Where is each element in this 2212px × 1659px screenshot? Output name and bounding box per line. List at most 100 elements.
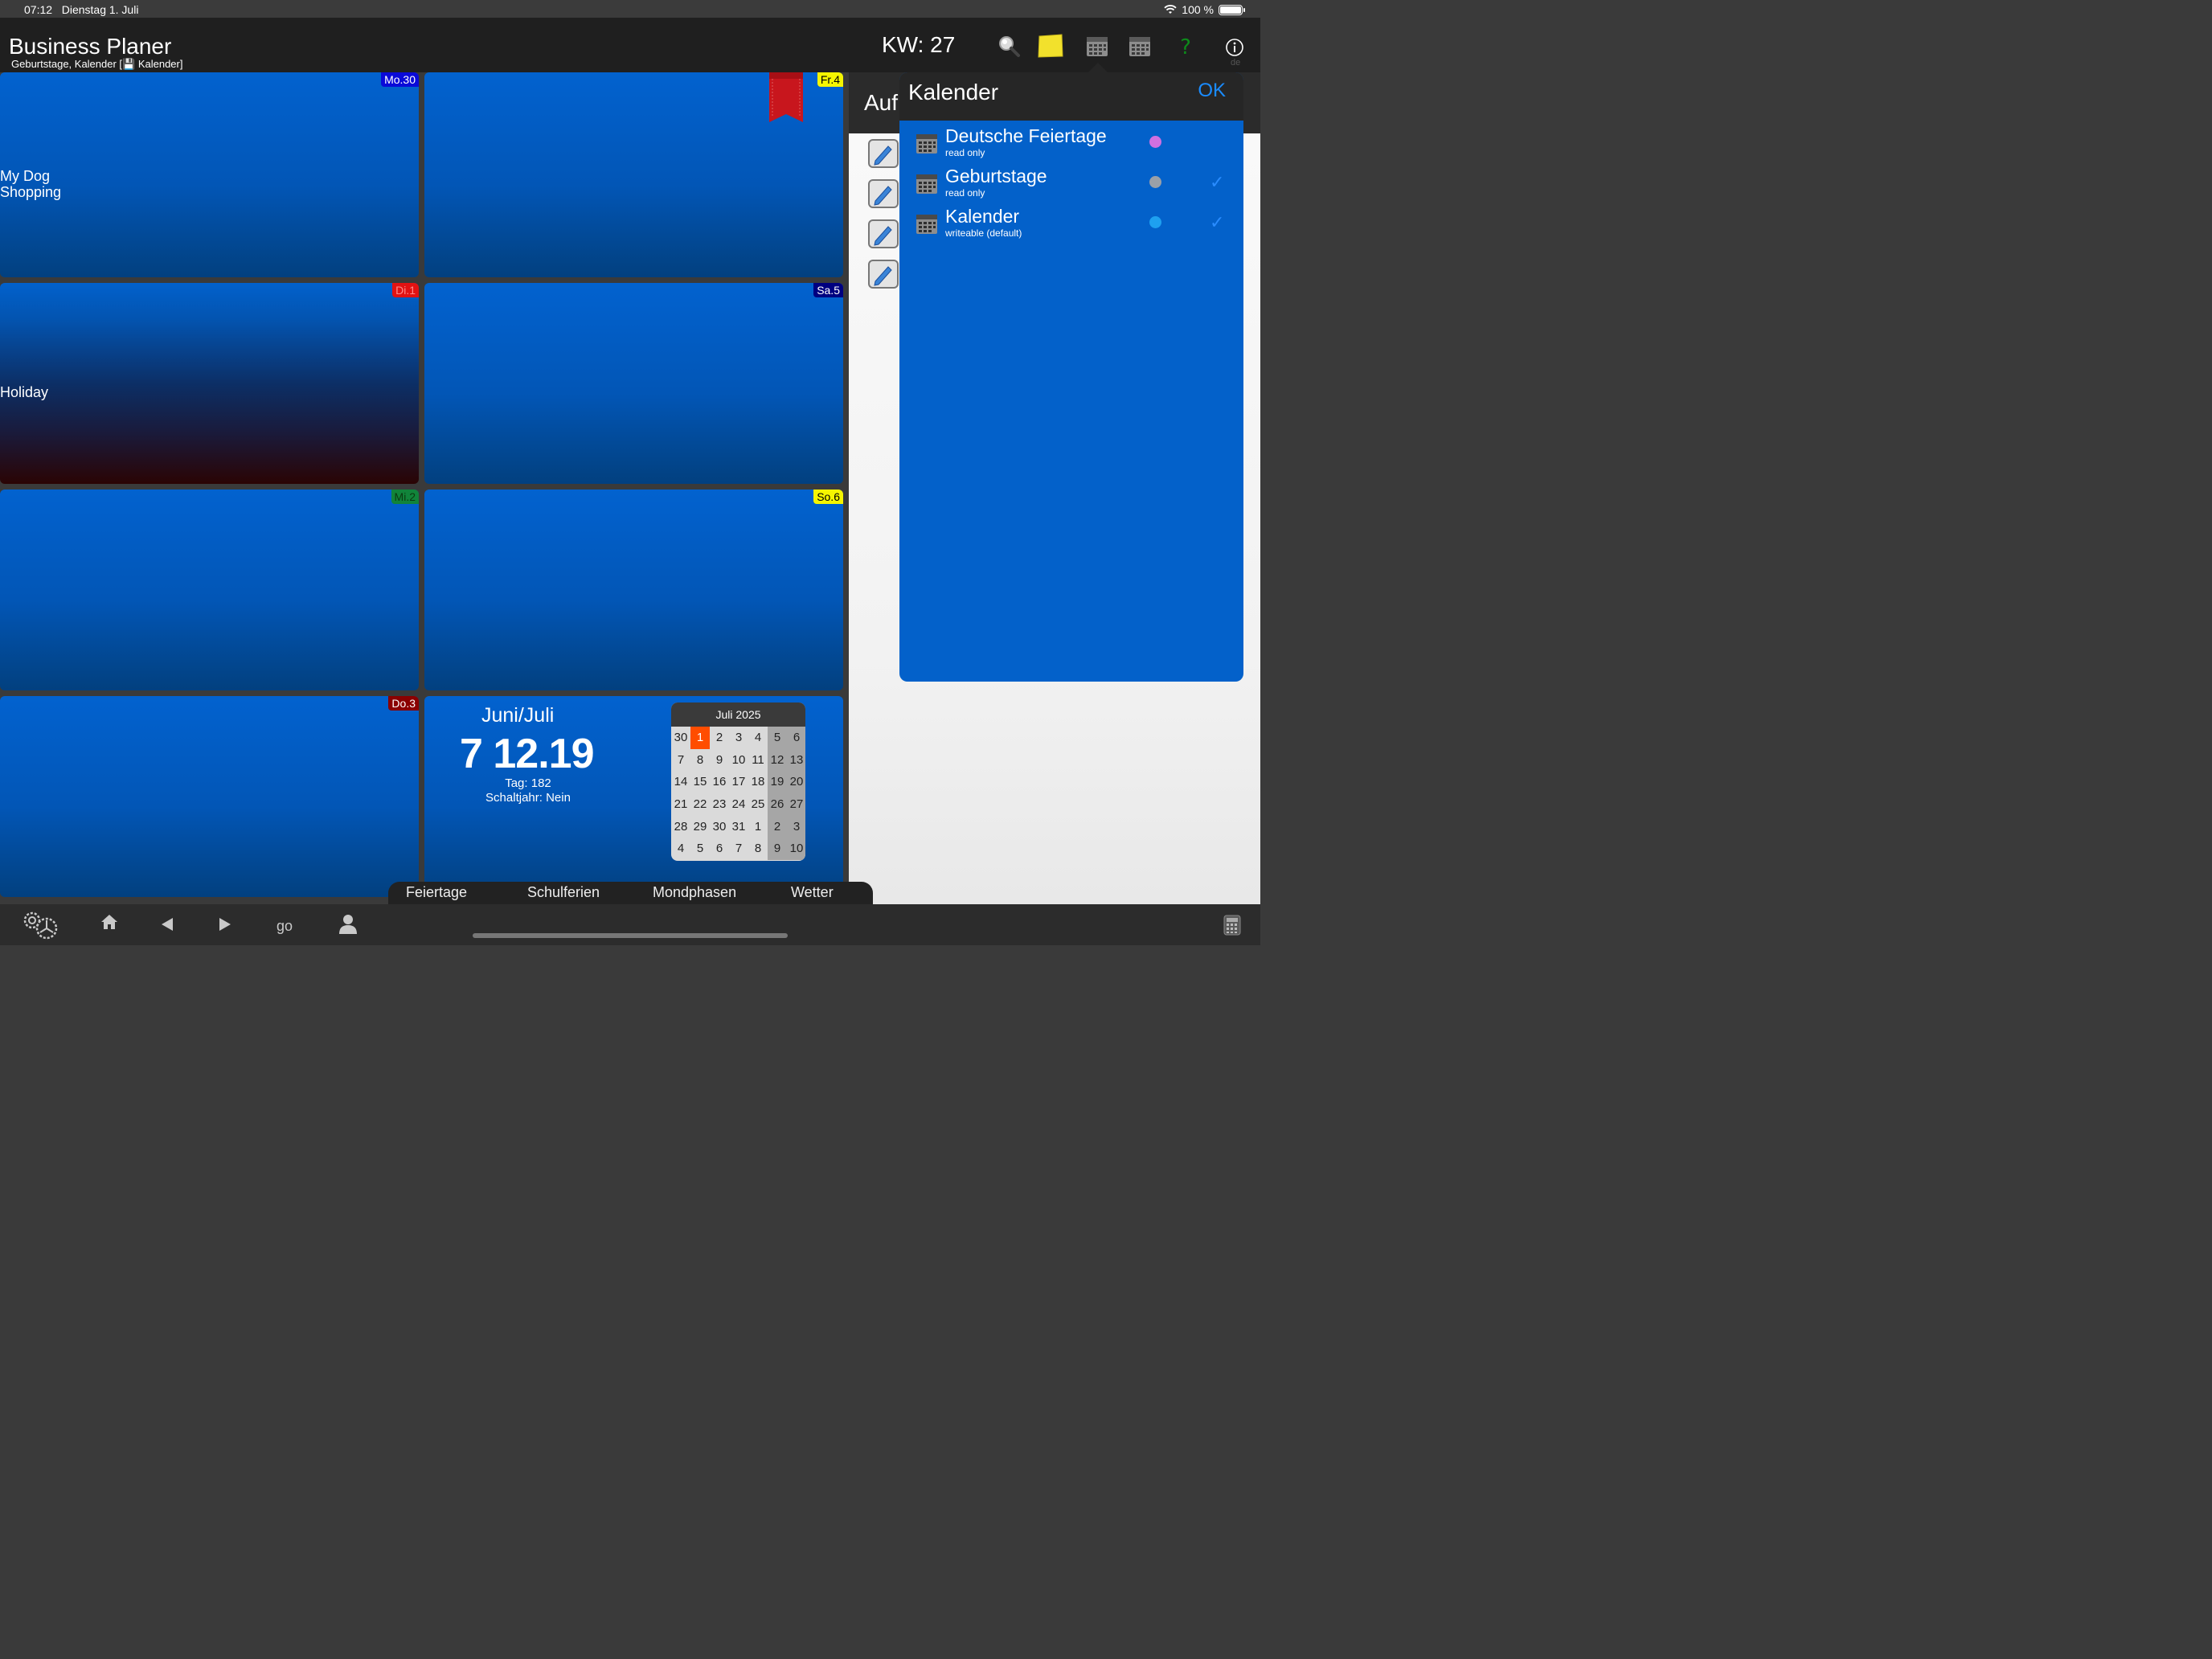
calendar-icon	[916, 174, 937, 194]
mini-calendar-day[interactable]: 30	[671, 727, 690, 749]
battery-text: 100 %	[1182, 3, 1214, 16]
app-title: Business Planer	[9, 34, 172, 59]
mini-calendar-day[interactable]: 7	[671, 749, 690, 772]
mini-calendar-day[interactable]: 17	[729, 771, 748, 793]
mini-calendar-day[interactable]: 8	[748, 838, 768, 860]
mini-calendar-day[interactable]: 4	[671, 838, 690, 860]
calendar-row[interactable]: Geburtstage read only ✓	[899, 164, 1243, 204]
calendar-popup: Kalender OK Deutsche Feiertage read only G…	[899, 72, 1243, 682]
search-icon[interactable]	[997, 34, 1021, 58]
mini-calendar-day[interactable]: 18	[748, 771, 768, 793]
mini-calendar-day[interactable]: 12	[768, 748, 787, 772]
sticky-note-icon[interactable]	[1037, 34, 1064, 58]
mini-calendar-day[interactable]: 7	[729, 838, 748, 860]
battery-icon	[1219, 4, 1245, 15]
mini-calendar-day[interactable]: 26	[768, 793, 787, 816]
mini-calendar-day[interactable]: 27	[787, 793, 805, 816]
arrow-right-icon[interactable]	[217, 916, 233, 932]
settings-icon[interactable]	[23, 910, 59, 940]
leap-year: Schaltjahr: Nein	[485, 791, 571, 805]
tab-wetter[interactable]: Wetter	[791, 884, 834, 901]
mini-calendar-day[interactable]: 23	[710, 793, 729, 816]
event-item[interactable]: Shopping	[0, 184, 61, 200]
mini-calendar-day[interactable]: 22	[690, 793, 710, 816]
ok-button[interactable]: OK	[1198, 80, 1226, 102]
checkmark-icon: ✓	[1210, 212, 1225, 232]
mini-calendar-day[interactable]: 21	[671, 793, 690, 816]
calculator-icon[interactable]	[1223, 915, 1241, 936]
day-cell-mo[interactable]: Mo.30 My Dog Shopping	[0, 72, 419, 277]
mini-calendar-day[interactable]: 16	[710, 771, 729, 793]
mini-calendar-day[interactable]: 20	[787, 771, 805, 794]
mini-calendar-day[interactable]: 31	[729, 816, 748, 838]
mini-calendar-day[interactable]: 25	[748, 793, 768, 816]
mini-calendar-day[interactable]: 14	[671, 771, 690, 793]
go-button[interactable]: go	[276, 918, 293, 935]
day-of-year: Tag: 182	[505, 776, 551, 790]
calendar-access: read only	[945, 147, 985, 158]
calendar-name: Deutsche Feiertage	[945, 125, 1107, 146]
tab-mondphasen[interactable]: Mondphasen	[653, 884, 736, 901]
mini-calendar-day[interactable]: 11	[748, 749, 768, 772]
calendar-color-dot	[1149, 216, 1161, 228]
mini-calendar-day[interactable]: 30	[710, 816, 729, 838]
calendar-access: read only	[945, 187, 985, 199]
bottom-tabs: Feiertage Schulferien Mondphasen Wetter	[388, 882, 873, 906]
mini-calendar-day[interactable]: 28	[671, 816, 690, 838]
day-cell-do[interactable]: Do.3	[0, 696, 419, 897]
mini-calendar-day[interactable]: 2	[768, 815, 787, 838]
mini-calendar-day[interactable]: 1	[690, 727, 710, 749]
bottom-toolbar: go	[0, 904, 1260, 945]
mini-calendar-day[interactable]: 3	[729, 727, 748, 749]
mini-calendar-day[interactable]: 15	[690, 771, 710, 793]
calendar-row[interactable]: Kalender writeable (default) ✓	[899, 204, 1243, 244]
mini-calendar-day[interactable]: 1	[748, 816, 768, 838]
mini-calendar-day[interactable]: 19	[768, 771, 787, 794]
day-cell-di[interactable]: Di.1 Holiday	[0, 283, 419, 484]
mini-calendar-day[interactable]: 9	[768, 838, 787, 861]
home-icon[interactable]	[100, 912, 119, 932]
mini-calendar-day[interactable]: 5	[690, 838, 710, 860]
mini-calendar-day[interactable]: 4	[748, 727, 768, 749]
mini-calendar-day[interactable]: 6	[787, 727, 805, 749]
event-item[interactable]: Holiday	[0, 384, 48, 400]
help-icon[interactable]: ?	[1174, 34, 1198, 58]
tab-schulferien[interactable]: Schulferien	[527, 884, 600, 901]
mini-calendar-day[interactable]: 3	[787, 815, 805, 838]
mini-calendar-day[interactable]: 6	[710, 838, 729, 860]
mini-calendar-day[interactable]: 2	[710, 727, 729, 749]
bookmark-icon[interactable]	[769, 72, 803, 122]
calendar-color-dot	[1149, 176, 1161, 188]
mini-calendar-day[interactable]: 29	[690, 816, 710, 838]
day-cell-so[interactable]: So.6	[424, 490, 843, 690]
day-cell-sa[interactable]: Sa.5	[424, 283, 843, 484]
mini-calendar-title: Juli 2025	[671, 703, 805, 727]
mini-calendar-day[interactable]: 10	[729, 749, 748, 772]
calendar-alt-icon[interactable]	[1128, 34, 1152, 58]
event-item[interactable]: My Dog	[0, 168, 61, 184]
mini-calendar-day[interactable]: 9	[710, 749, 729, 772]
app-subtitle: Geburtstage, Kalender [💾 Kalender]	[11, 58, 183, 70]
user-icon[interactable]	[339, 914, 357, 935]
edit-icon[interactable]	[867, 138, 899, 169]
info-icon[interactable]	[1224, 37, 1245, 58]
day-cell-mi[interactable]: Mi.2	[0, 490, 419, 690]
day-tag-so: So.6	[813, 490, 843, 504]
edit-icon[interactable]	[867, 219, 899, 249]
mini-calendar-day[interactable]: 10	[787, 838, 805, 861]
tab-feiertage[interactable]: Feiertage	[406, 884, 467, 901]
mini-calendar-day[interactable]: 24	[729, 793, 748, 816]
arrow-left-icon[interactable]	[159, 916, 175, 932]
mini-calendar-day[interactable]: 5	[768, 727, 787, 749]
day-tag-sa: Sa.5	[813, 283, 843, 297]
edit-icon[interactable]	[867, 259, 899, 289]
edit-icon[interactable]	[867, 178, 899, 209]
mini-calendar-day[interactable]: 8	[690, 749, 710, 772]
mini-calendar: Juli 2025 30 1 2 3 4 5 6 7 8 9 10 11 12 13 14 15 16 17 18 1…	[671, 703, 805, 861]
day-tag-mi: Mi.2	[391, 490, 419, 504]
calendar-icon[interactable]	[1085, 34, 1109, 58]
calendar-icon	[916, 134, 937, 154]
calendar-row[interactable]: Deutsche Feiertage read only	[899, 124, 1243, 164]
mini-calendar-day[interactable]: 13	[787, 748, 805, 772]
day-events-di: Holiday	[0, 384, 48, 400]
